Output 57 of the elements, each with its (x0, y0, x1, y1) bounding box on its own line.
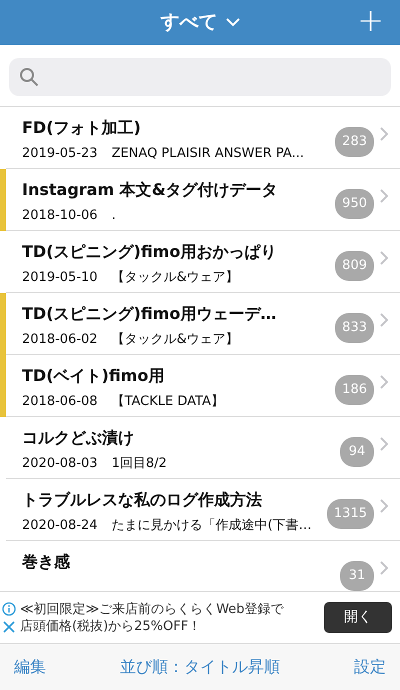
chevron-right-icon (380, 437, 388, 451)
chevron-down-icon (226, 18, 240, 27)
note-preview: 【タックル&ウェア】 (112, 269, 239, 287)
note-row[interactable]: TD(スピニング)fimo用ウェーデ… 2018-06-02 【タックル&ウェア】 833 (0, 293, 400, 355)
chevron-right-icon (380, 127, 388, 141)
note-preview: 【タックル&ウェア】 (112, 331, 239, 349)
note-title: TD(スピニング)fimo用ウェーデ… (22, 303, 278, 325)
note-title: TD(スピニング)fimo用おかっぱり (22, 241, 278, 263)
note-preview: . (112, 207, 116, 225)
chevron-right-icon (380, 189, 388, 203)
note-count: 950 (335, 189, 374, 218)
note-date: 2018-06-08 (22, 393, 98, 411)
note-preview: 1回目8/2 (112, 455, 167, 473)
note-count: 283 (335, 127, 374, 156)
note-date: 2018-06-02 (22, 331, 98, 349)
note-title: Instagram 本文&タグ付けデータ (22, 179, 279, 201)
note-count: 833 (335, 313, 374, 342)
note-row[interactable]: TD(スピニング)fimo用おかっぱり 2019-05-10 【タックル&ウェア】 809 (0, 231, 400, 293)
note-row[interactable]: TD(ベイト)fimo用 2018-06-08 【TACKLE DATA】 186 (0, 355, 400, 417)
note-date: 2020-08-24 (22, 517, 98, 535)
note-row[interactable]: FD(フォト加工) 2019-05-23 ZENAQ PLAISIR ANSWER PA... 283 (0, 107, 400, 169)
note-row[interactable]: コルクどぶ漬け 2020-08-03 1回目8/2 94 (0, 417, 400, 479)
chevron-right-icon (380, 561, 388, 575)
search-field[interactable] (9, 58, 391, 96)
settings-button[interactable]: 設定 (354, 655, 386, 679)
chevron-right-icon (380, 251, 388, 265)
note-title: TD(ベイト)fimo用 (22, 365, 166, 387)
close-icon[interactable] (2, 620, 16, 634)
open-button[interactable]: 開く (324, 602, 392, 633)
chevron-right-icon (380, 375, 388, 389)
note-date: 2018-10-06 (22, 207, 98, 225)
note-date: 2020-08-03 (22, 455, 98, 473)
note-preview: 【TACKLE DATA】 (112, 393, 224, 411)
chevron-right-icon (380, 313, 388, 327)
note-count: 186 (335, 375, 374, 404)
note-title: コルクどぶ漬け (22, 427, 135, 449)
note-count: 94 (340, 437, 374, 466)
ad-text: ≪初回限定≫ご来店前のらくらくWeb登録で店頭価格(税抜)から25%OFF！ (20, 600, 285, 634)
add-button[interactable]: + (357, 4, 384, 36)
folder-selector[interactable]: すべて (160, 8, 240, 37)
note-preview: ZENAQ PLAISIR ANSWER PA... (112, 145, 304, 163)
note-title: トラブルレスな私のログ作成方法 (22, 489, 263, 511)
search-icon (19, 67, 39, 87)
edit-button[interactable]: 編集 (14, 655, 46, 679)
note-count: 809 (335, 251, 374, 280)
note-count: 1315 (326, 499, 374, 528)
info-icon[interactable] (2, 602, 16, 616)
note-title: FD(フォト加工) (22, 117, 142, 139)
note-row[interactable]: Instagram 本文&タグ付けデータ 2018-10-06 . 950 (0, 169, 400, 231)
note-count: 31 (340, 561, 374, 590)
note-date: 2019-05-23 (22, 145, 98, 163)
note-preview: たまに見かける「作成途中(下書… (112, 517, 312, 535)
note-date: 2019-05-10 (22, 269, 98, 287)
note-row[interactable]: トラブルレスな私のログ作成方法 2020-08-24 たまに見かける「作成途中(下書… 1315 (0, 479, 400, 541)
chevron-right-icon (380, 499, 388, 513)
note-title: 巻き感 (22, 551, 71, 573)
sort-button[interactable]: 並び順：タイトル昇順 (120, 655, 280, 679)
